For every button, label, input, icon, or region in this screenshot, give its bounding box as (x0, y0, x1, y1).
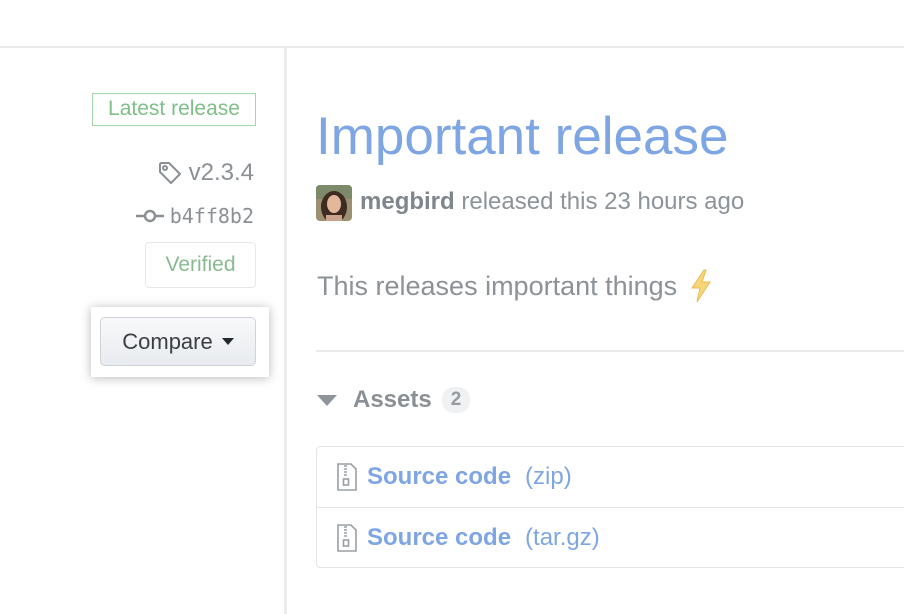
compare-label: Compare (122, 328, 213, 354)
file-zip-icon (337, 463, 357, 491)
avatar[interactable] (316, 185, 352, 221)
release-title[interactable]: Important release (316, 104, 728, 170)
release-meta: megbird released this 23 hours ago (360, 186, 744, 218)
release-page: Latest release v2.3.4 b4ff8b2 Verified C… (0, 0, 904, 614)
asset-item[interactable]: Source code (tar.gz) (317, 507, 904, 567)
asset-ext[interactable]: (tar.gz) (525, 524, 600, 552)
assets-label: Assets (353, 386, 432, 413)
tag-label: v2.3.4 (188, 159, 254, 186)
verified-badge[interactable]: Verified (145, 242, 256, 288)
release-body-text: This releases important things (317, 271, 678, 301)
release-commit[interactable]: b4ff8b2 (135, 202, 254, 230)
author-link[interactable]: megbird (360, 188, 455, 215)
asset-ext[interactable]: (zip) (525, 463, 572, 491)
compare-button[interactable]: Compare (100, 317, 256, 366)
release-body: This releases important things (317, 268, 715, 304)
asset-link[interactable]: Source code (367, 463, 511, 491)
latest-release-badge: Latest release (92, 93, 256, 126)
released-text: released this 23 hours ago (461, 188, 745, 215)
tag-icon (158, 162, 181, 184)
sidebar-divider (284, 48, 287, 614)
release-tag[interactable]: v2.3.4 (157, 158, 254, 188)
file-zip-icon (337, 523, 357, 552)
asset-link[interactable]: Source code (367, 524, 511, 552)
commit-sha: b4ff8b2 (169, 204, 254, 228)
avatar-image (316, 185, 352, 221)
assets-list: Source code (zip) Source code (tar.gz) (316, 446, 904, 568)
content-divider (316, 350, 904, 352)
triangle-down-icon (317, 394, 337, 406)
git-commit-icon (135, 209, 164, 223)
triangle-down-icon (221, 338, 234, 345)
zap-icon (691, 269, 712, 303)
assets-toggle[interactable]: Assets 2 (317, 385, 471, 415)
asset-item[interactable]: Source code (zip) (317, 447, 904, 507)
header-divider (0, 46, 904, 48)
assets-count-badge: 2 (441, 387, 471, 413)
